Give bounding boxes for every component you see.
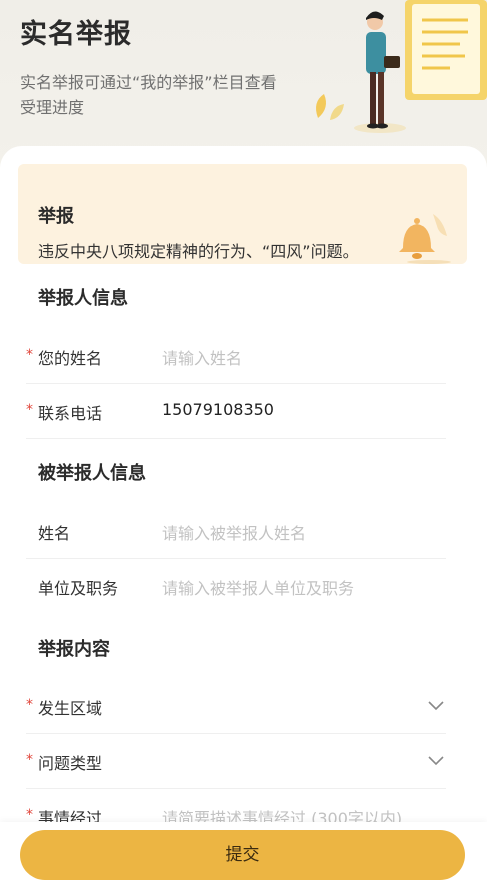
section-title-reported: 被举报人信息 <box>38 463 146 484</box>
notice-title: 举报 <box>38 206 74 227</box>
notice-banner: 举报 违反中央八项规定精神的行为、“四风”问题。 <box>18 164 467 264</box>
name-input[interactable]: 请输入姓名 <box>162 345 242 369</box>
name-label: 您的姓名 <box>38 349 103 368</box>
page-subtitle: 实名举报可通过“我的举报”栏目查看受理进度 <box>20 73 277 117</box>
required-mark: * <box>26 402 33 418</box>
section-title-content: 举报内容 <box>38 639 110 660</box>
submit-label: 提交 <box>225 845 260 865</box>
chevron-down-icon[interactable] <box>428 756 444 766</box>
name-field[interactable]: * 您的姓名 请输入姓名 <box>26 329 446 384</box>
required-mark: * <box>26 752 33 768</box>
footer-bar: 提交 <box>0 822 487 892</box>
report-illustration-icon <box>316 0 487 133</box>
reported-name-input[interactable]: 请输入被举报人姓名 <box>162 520 306 544</box>
area-select[interactable]: * 发生区域 <box>26 679 446 734</box>
section-title-reporter: 举报人信息 <box>38 288 128 309</box>
required-mark: * <box>26 697 33 713</box>
required-mark: * <box>26 347 33 363</box>
phone-field[interactable]: * 联系电话 15079108350 <box>26 384 446 439</box>
reported-unit-input[interactable]: 请输入被举报人单位及职务 <box>162 575 354 599</box>
required-mark: * <box>26 807 33 823</box>
phone-label: 联系电话 <box>38 404 103 423</box>
type-select[interactable]: * 问题类型 <box>26 734 446 789</box>
area-label: 发生区域 <box>38 699 103 718</box>
reported-unit-label: 单位及职务 <box>38 579 119 598</box>
page-title: 实名举报 <box>20 19 132 50</box>
bell-icon <box>399 214 451 264</box>
phone-input[interactable]: 15079108350 <box>162 400 274 419</box>
reported-unit-field[interactable]: 单位及职务 请输入被举报人单位及职务 <box>26 559 446 614</box>
submit-button[interactable]: 提交 <box>20 830 465 880</box>
chevron-down-icon[interactable] <box>428 701 444 711</box>
notice-text: 违反中央八项规定精神的行为、“四风”问题。 <box>38 242 359 261</box>
report-form-card: 举报 违反中央八项规定精神的行为、“四风”问题。 举报人信息 * 您的姓名 请输… <box>0 146 487 892</box>
type-label: 问题类型 <box>38 754 103 773</box>
header: 实名举报 实名举报可通过“我的举报”栏目查看受理进度 <box>0 0 487 170</box>
reported-name-label: 姓名 <box>38 524 71 543</box>
reported-name-field[interactable]: 姓名 请输入被举报人姓名 <box>26 504 446 559</box>
